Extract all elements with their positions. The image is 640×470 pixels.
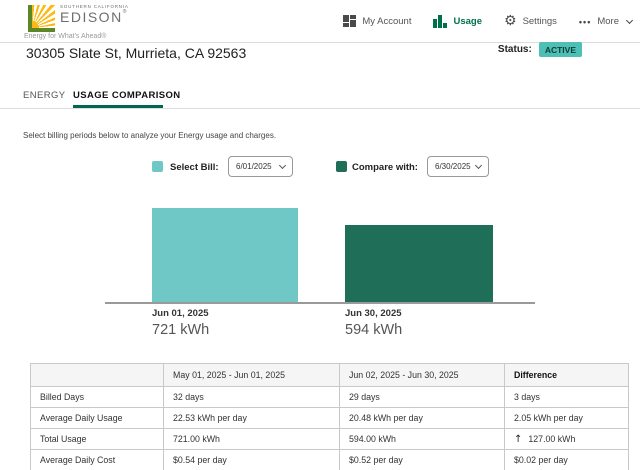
header-period-1: May 01, 2025 - Jun 01, 2025 <box>164 364 340 387</box>
select-bill-dropdown[interactable]: 6/01/2025 <box>228 156 293 177</box>
cell-period-1: 721.00 kWh <box>164 429 340 450</box>
cell-period-1: $0.54 per day <box>164 450 340 470</box>
chart-x-axis <box>105 302 535 304</box>
chevron-down-icon <box>475 161 482 168</box>
table-row-billed-days: Billed Days 32 days 29 days 3 days <box>31 387 629 408</box>
header-difference: Difference <box>505 364 629 387</box>
usage-bar-period-2 <box>345 225 493 302</box>
row-label: Billed Days <box>31 387 164 408</box>
header-period-2: Jun 02, 2025 - Jun 30, 2025 <box>340 364 505 387</box>
table-row-average-daily-usage: Average Daily Usage 22.53 kWh per day 20… <box>31 408 629 429</box>
nav-my-account-label: My Account <box>362 16 411 27</box>
brand-name-text: EDISON <box>60 10 123 24</box>
dashboard-icon <box>343 15 356 28</box>
tabs-divider <box>0 108 640 109</box>
cell-period-1: 32 days <box>164 387 340 408</box>
registered-mark: ® <box>123 9 127 15</box>
gear-icon: ⚙ <box>504 15 517 28</box>
compare-with-dropdown[interactable]: 6/30/2025 <box>427 156 489 177</box>
row-label: Average Daily Cost <box>31 450 164 470</box>
select-bill-color-swatch <box>152 161 163 172</box>
compare-with-color-swatch <box>336 161 347 172</box>
usage-comparison-page: SOUTHERN CALIFORNIA EDISON® Energy for W… <box>0 0 640 470</box>
table-row-average-daily-cost: Average Daily Cost $0.54 per day $0.52 p… <box>31 450 629 470</box>
chevron-down-icon <box>279 161 286 168</box>
row-label: Average Daily Usage <box>31 408 164 429</box>
nav-settings-label: Settings <box>523 16 557 27</box>
cell-period-2: 20.48 kWh per day <box>340 408 505 429</box>
header-blank <box>31 364 164 387</box>
top-header: SOUTHERN CALIFORNIA EDISON® Energy for W… <box>0 0 640 43</box>
status-label: Status: <box>498 44 532 55</box>
select-bill-label: Select Bill: <box>170 162 219 173</box>
bar-1-value-label: 721 kWh <box>152 322 209 338</box>
table-row-total-usage: Total Usage 721.00 kWh 594.00 kWh ↑ 127.0… <box>31 429 629 450</box>
cell-period-1: 22.53 kWh per day <box>164 408 340 429</box>
service-address: 30305 Slate St, Murrieta, CA 92563 <box>26 45 246 61</box>
usage-comparison-table: May 01, 2025 - Jun 01, 2025 Jun 02, 2025… <box>30 363 629 470</box>
nav-usage-label: Usage <box>453 16 482 27</box>
nav-more[interactable]: ••• More <box>579 16 632 27</box>
nav-more-label: More <box>597 16 619 27</box>
tab-energy[interactable]: ENERGY <box>23 90 66 101</box>
cell-difference: $0.02 per day <box>505 450 629 470</box>
cell-difference: ↑ 127.00 kWh <box>505 429 629 450</box>
chevron-down-icon <box>626 16 633 23</box>
account-status: Status: ACTIVE <box>498 42 582 57</box>
bar-1-date-label: Jun 01, 2025 <box>152 308 209 319</box>
primary-nav: My Account Usage ⚙ Settings ••• More <box>343 0 632 43</box>
brand-tagline: Energy for What's Ahead® <box>24 33 106 40</box>
billing-period-description: Select billing periods below to analyze … <box>23 131 276 140</box>
ellipsis-icon: ••• <box>579 17 591 27</box>
row-label: Total Usage <box>31 429 164 450</box>
cell-period-2: 594.00 kWh <box>340 429 505 450</box>
edison-sun-logo-icon <box>28 5 55 32</box>
select-bill-value: 6/01/2025 <box>236 162 272 171</box>
compare-with-label: Compare with: <box>352 162 418 173</box>
compare-with-value: 6/30/2025 <box>435 162 471 171</box>
cell-period-2: 29 days <box>340 387 505 408</box>
table-header-row: May 01, 2025 - Jun 01, 2025 Jun 02, 2025… <box>31 364 629 387</box>
nav-settings[interactable]: ⚙ Settings <box>504 15 557 28</box>
tab-usage-comparison[interactable]: USAGE COMPARISON <box>73 90 181 101</box>
usage-bar-period-1 <box>152 208 298 302</box>
cell-period-2: $0.52 per day <box>340 450 505 470</box>
bar-chart-icon <box>433 15 447 28</box>
bar-2-value-label: 594 kWh <box>345 322 402 338</box>
bar-2-date-label: Jun 30, 2025 <box>345 308 402 319</box>
cell-difference: 2.05 kWh per day <box>505 408 629 429</box>
difference-value: 127.00 kWh <box>528 434 575 444</box>
status-badge: ACTIVE <box>539 42 582 57</box>
cell-difference: 3 days <box>505 387 629 408</box>
edison-wordmark: SOUTHERN CALIFORNIA EDISON® <box>60 4 129 27</box>
increase-arrow-icon: ↑ <box>514 434 522 445</box>
nav-my-account[interactable]: My Account <box>343 15 411 28</box>
nav-usage[interactable]: Usage <box>433 15 482 28</box>
